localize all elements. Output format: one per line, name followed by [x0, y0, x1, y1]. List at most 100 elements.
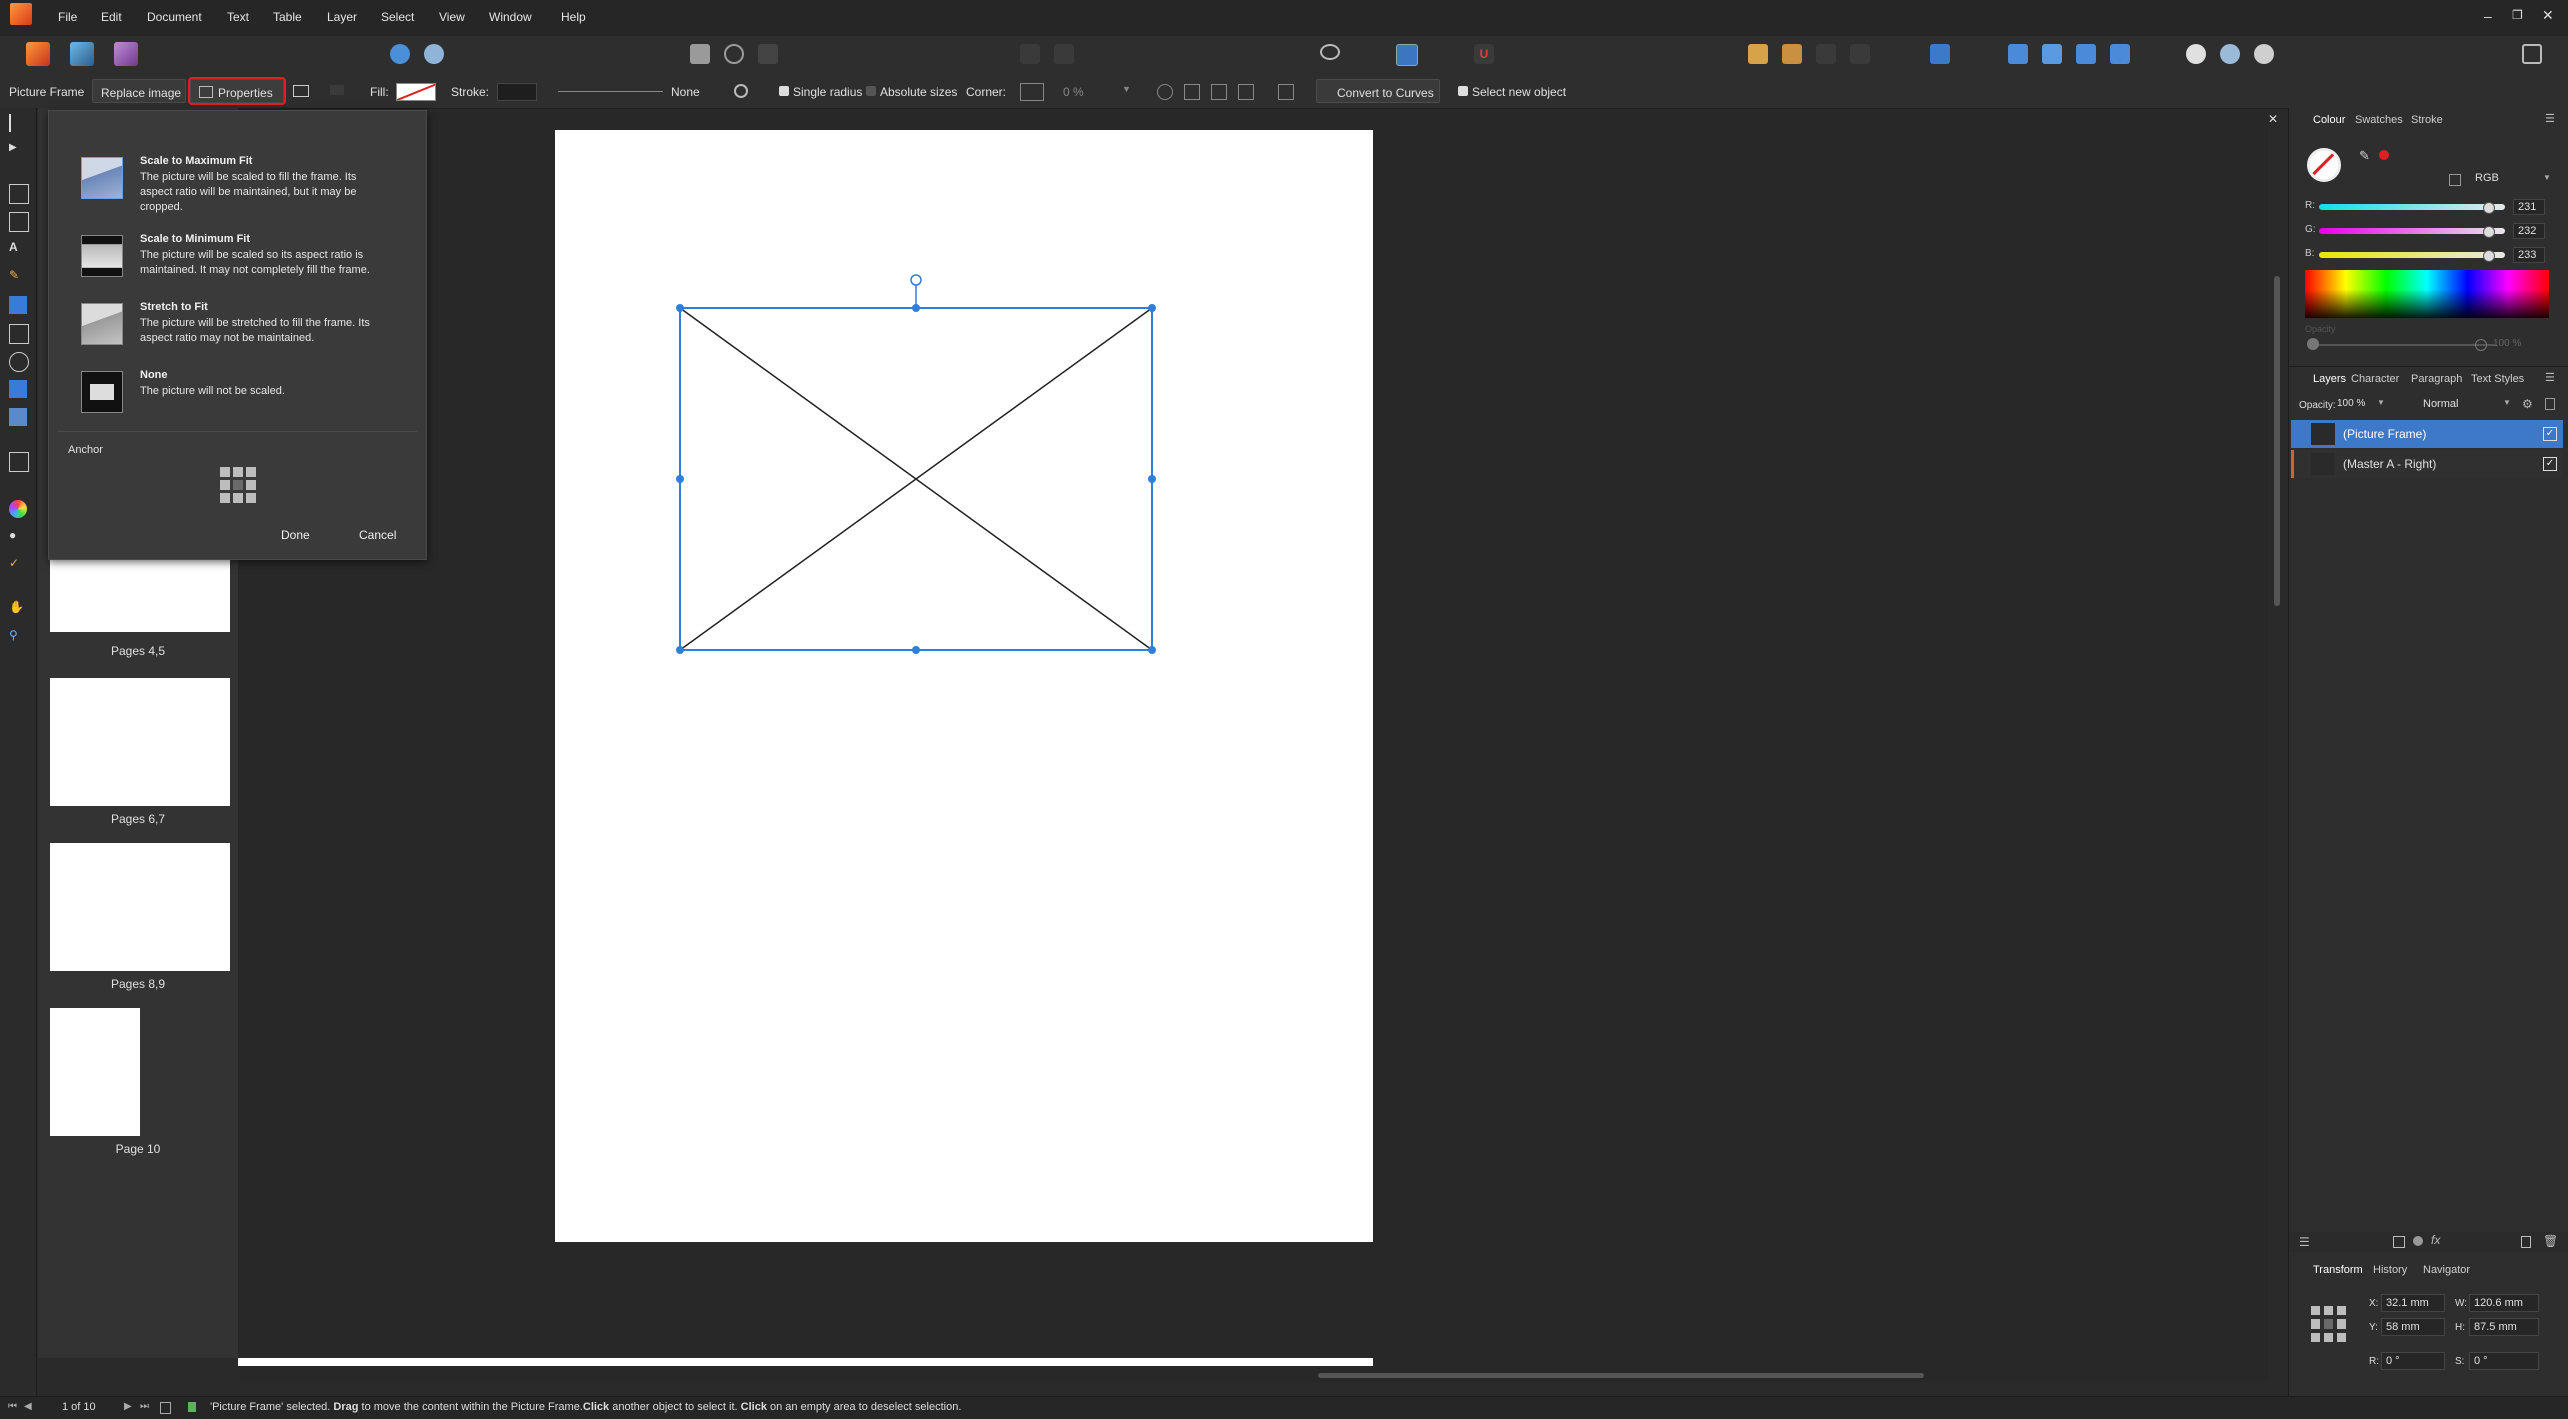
tab-text-styles[interactable]: Text Styles	[2471, 373, 2524, 385]
scale-max-fit-option[interactable]: Scale to Maximum Fit The picture will be…	[49, 149, 426, 213]
mask-layer-icon[interactable]	[2393, 1236, 2405, 1248]
layer-row-master[interactable]: (Master A - Right) ✓	[2291, 450, 2563, 478]
w-field[interactable]: 120.6 mm	[2469, 1294, 2539, 1312]
g-value[interactable]: 232	[2513, 223, 2545, 239]
colour-opacity-knob[interactable]	[2307, 338, 2319, 350]
fx-icon[interactable]: fx	[2431, 1233, 2440, 1247]
x-field[interactable]: 32.1 mm	[2381, 1294, 2445, 1312]
scale-min-fit-option[interactable]: Scale to Minimum Fit The picture will be…	[49, 227, 426, 287]
anchor-grid[interactable]	[220, 467, 256, 503]
delete-layer-icon[interactable]: 🗑	[2543, 1234, 2558, 1248]
page-counter[interactable]: 1 of 10	[62, 1401, 96, 1413]
anchor-bottom-right[interactable]	[246, 493, 256, 503]
handle-bottom-right[interactable]	[1148, 646, 1156, 654]
r-slider[interactable]	[2319, 204, 2505, 210]
popover-divider	[57, 431, 417, 432]
picture-frame[interactable]	[679, 307, 1153, 651]
panel-menu-icon[interactable]: ☰	[2545, 112, 2555, 125]
tab-layers[interactable]: Layers	[2313, 373, 2346, 385]
tab-swatches[interactable]: Swatches	[2355, 114, 2403, 126]
add-layer-icon[interactable]	[2521, 1236, 2531, 1248]
anchor-bottom-left[interactable]	[220, 493, 230, 503]
layer-name[interactable]: (Picture Frame)	[2343, 427, 2426, 441]
tab-history[interactable]: History	[2373, 1264, 2407, 1276]
layer-lock-icon[interactable]	[2545, 398, 2555, 410]
layers-menu-icon[interactable]: ☰	[2545, 371, 2555, 384]
handle-bottom-center[interactable]	[912, 646, 920, 654]
current-color-dot[interactable]	[2379, 150, 2389, 160]
next-page-icon[interactable]: ▶	[124, 1401, 132, 1412]
rotation-handle[interactable]	[910, 274, 922, 286]
anchor-top-left[interactable]	[220, 467, 230, 477]
handle-middle-right[interactable]	[1148, 475, 1156, 483]
blend-mode-dropdown-icon[interactable]: ▼	[2503, 398, 2511, 407]
prev-page-icon[interactable]: ◀	[24, 1401, 32, 1412]
handle-top-right[interactable]	[1148, 304, 1156, 312]
vertical-scrollbar[interactable]	[2274, 276, 2280, 606]
no-scale-option[interactable]: None The picture will not be scaled.	[49, 363, 426, 423]
colour-opacity-slider[interactable]	[2311, 344, 2495, 346]
g-slider[interactable]	[2319, 228, 2505, 234]
status-bar: ⏮ ◀ 1 of 10 ▶ ⏭ 'Picture Frame' selected…	[0, 1396, 2568, 1419]
layer-settings-gear-icon[interactable]: ⚙	[2522, 397, 2533, 411]
layer-opacity-dropdown-icon[interactable]: ▼	[2377, 398, 2385, 407]
eyedropper-icon[interactable]: ✎	[2359, 148, 2370, 164]
colour-model-select[interactable]: RGB	[2475, 172, 2499, 184]
anchor-bottom-center[interactable]	[233, 493, 243, 503]
rotation-field[interactable]: 0 °	[2381, 1352, 2445, 1370]
r-slider-knob[interactable]	[2483, 202, 2495, 214]
scale-min-fit-icon	[81, 235, 123, 277]
lock-icon[interactable]	[2449, 174, 2461, 186]
tab-navigator[interactable]: Navigator	[2423, 1264, 2470, 1276]
scale-min-fit-desc: The picture will be scaled so its aspect…	[140, 249, 370, 276]
b-slider-knob[interactable]	[2483, 250, 2495, 262]
page-view-icon[interactable]	[160, 1402, 171, 1414]
handle-middle-left[interactable]	[676, 475, 684, 483]
layer-name[interactable]: (Master A - Right)	[2343, 457, 2436, 471]
shear-field[interactable]: 0 °	[2469, 1352, 2539, 1370]
b-value[interactable]: 233	[2513, 247, 2545, 263]
tab-paragraph[interactable]: Paragraph	[2411, 373, 2462, 385]
opacity-circle-icon	[2475, 339, 2487, 351]
stretch-to-fit-title: Stretch to Fit	[140, 301, 208, 313]
opacity-caption: Opacity	[2305, 324, 2336, 334]
fill-stroke-circles-icon[interactable]	[2307, 148, 2341, 182]
tab-transform[interactable]: Transform	[2313, 1264, 2363, 1276]
g-label: G:	[2305, 224, 2316, 235]
horizontal-scrollbar[interactable]	[1318, 1373, 1924, 1378]
cancel-button[interactable]: Cancel	[359, 528, 396, 542]
y-field[interactable]: 58 mm	[2381, 1318, 2445, 1336]
w-label: W:	[2455, 1298, 2468, 1309]
stretch-to-fit-option[interactable]: Stretch to Fit The picture will be stret…	[49, 295, 426, 355]
transform-anchor-grid[interactable]	[2311, 1306, 2347, 1342]
anchor-top-right[interactable]	[246, 467, 256, 477]
colour-model-dropdown-icon[interactable]: ▼	[2543, 173, 2551, 182]
layer-visibility-checkbox[interactable]: ✓	[2543, 427, 2557, 441]
handle-top-left[interactable]	[676, 304, 684, 312]
adjustment-icon[interactable]	[2413, 1236, 2423, 1246]
anchor-top-center[interactable]	[233, 467, 243, 477]
handle-bottom-left[interactable]	[676, 646, 684, 654]
first-page-icon[interactable]: ⏮	[8, 1401, 17, 1412]
stretch-to-fit-desc: The picture will be stretched to fill th…	[140, 317, 370, 344]
handle-top-center[interactable]	[912, 304, 920, 312]
anchor-middle-left[interactable]	[220, 480, 230, 490]
tab-stroke[interactable]: Stroke	[2411, 114, 2443, 126]
layer-visibility-checkbox[interactable]: ✓	[2543, 457, 2557, 471]
anchor-middle-right[interactable]	[246, 480, 256, 490]
last-page-icon[interactable]: ⏭	[140, 1401, 149, 1412]
colour-spectrum[interactable]	[2305, 270, 2549, 318]
blend-mode-select[interactable]: Normal	[2423, 398, 2458, 410]
colour-opacity-value[interactable]: 100 %	[2493, 338, 2521, 349]
tab-colour[interactable]: Colour	[2313, 114, 2345, 126]
r-value[interactable]: 231	[2513, 199, 2545, 215]
layer-row-picture-frame[interactable]: (Picture Frame) ✓	[2291, 420, 2563, 448]
layers-stack-icon[interactable]: ☰	[2299, 1235, 2310, 1249]
b-slider[interactable]	[2319, 252, 2505, 258]
tab-character[interactable]: Character	[2351, 373, 2399, 385]
done-button[interactable]: Done	[281, 528, 310, 542]
g-slider-knob[interactable]	[2483, 226, 2495, 238]
anchor-center[interactable]	[233, 480, 243, 490]
close-canvas-icon[interactable]: ✕	[2268, 112, 2278, 126]
h-field[interactable]: 87.5 mm	[2469, 1318, 2539, 1336]
